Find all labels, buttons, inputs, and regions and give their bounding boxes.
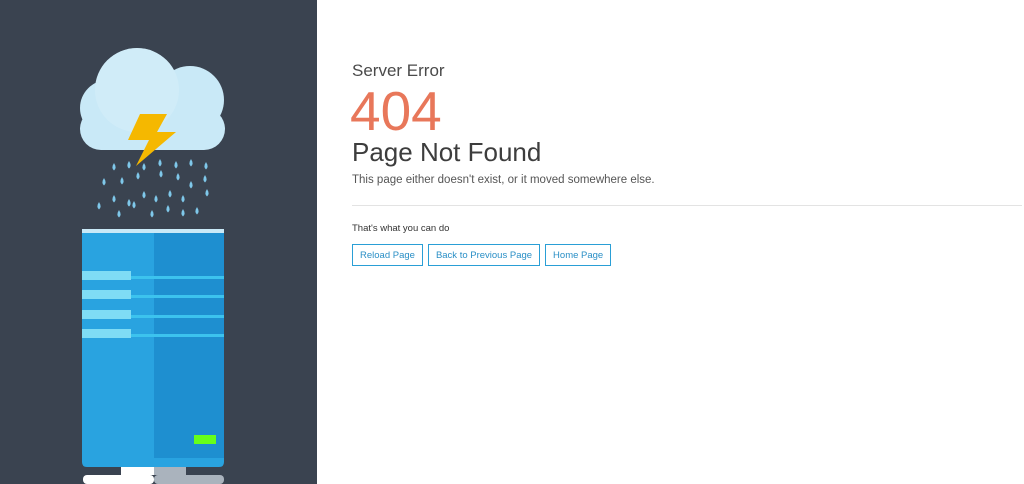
rain-drop <box>132 201 136 209</box>
rain-drop <box>127 199 131 207</box>
rain-drop <box>174 161 178 169</box>
page-title: Page Not Found <box>352 137 542 167</box>
rain-drop <box>136 172 140 180</box>
rain-drop <box>142 163 146 171</box>
rain-drop <box>97 202 101 210</box>
rain-drop <box>203 175 207 183</box>
rain-drop <box>168 190 172 198</box>
rain-drop <box>181 209 185 217</box>
rain-drop <box>112 163 116 171</box>
rain-drop <box>189 181 193 189</box>
back-to-previous-page-button[interactable]: Back to Previous Page <box>427 244 541 266</box>
rain-drops <box>97 159 209 218</box>
error-message: This page either doesn't exist, or it mo… <box>352 174 655 186</box>
illustration-panel <box>0 0 317 484</box>
server-icon <box>82 229 224 484</box>
storm-server-illustration <box>80 48 225 484</box>
rain-drop <box>117 210 121 218</box>
rain-drop <box>102 178 106 186</box>
rain-drop <box>204 162 208 170</box>
rain-drop <box>176 173 180 181</box>
rain-drop <box>205 189 209 197</box>
rain-drop <box>112 195 116 203</box>
rain-drop <box>127 161 131 169</box>
rain-drop <box>154 195 158 203</box>
rain-drop <box>120 177 124 185</box>
error-subtitle: Server Error <box>352 61 445 80</box>
home-page-button[interactable]: Home Page <box>545 244 612 266</box>
server-status-light <box>194 435 216 444</box>
rain-drop <box>158 159 162 167</box>
reload-page-button[interactable]: Reload Page <box>352 244 423 266</box>
error-code: 404 <box>350 80 442 142</box>
rain-drop <box>166 205 170 213</box>
rain-drop <box>195 207 199 215</box>
action-buttons: Reload Page Back to Previous Page Home P… <box>352 244 612 266</box>
rain-drop <box>189 159 193 167</box>
rain-drop <box>150 210 154 218</box>
error-page: Server Error 404 Page Not Found This pag… <box>0 0 1024 484</box>
rain-drop <box>181 195 185 203</box>
actions-label: That's what you can do <box>352 223 450 234</box>
error-content: Server Error 404 Page Not Found This pag… <box>350 0 1022 484</box>
rain-drop <box>159 170 163 178</box>
rain-drop <box>142 191 146 199</box>
divider <box>352 205 1022 206</box>
